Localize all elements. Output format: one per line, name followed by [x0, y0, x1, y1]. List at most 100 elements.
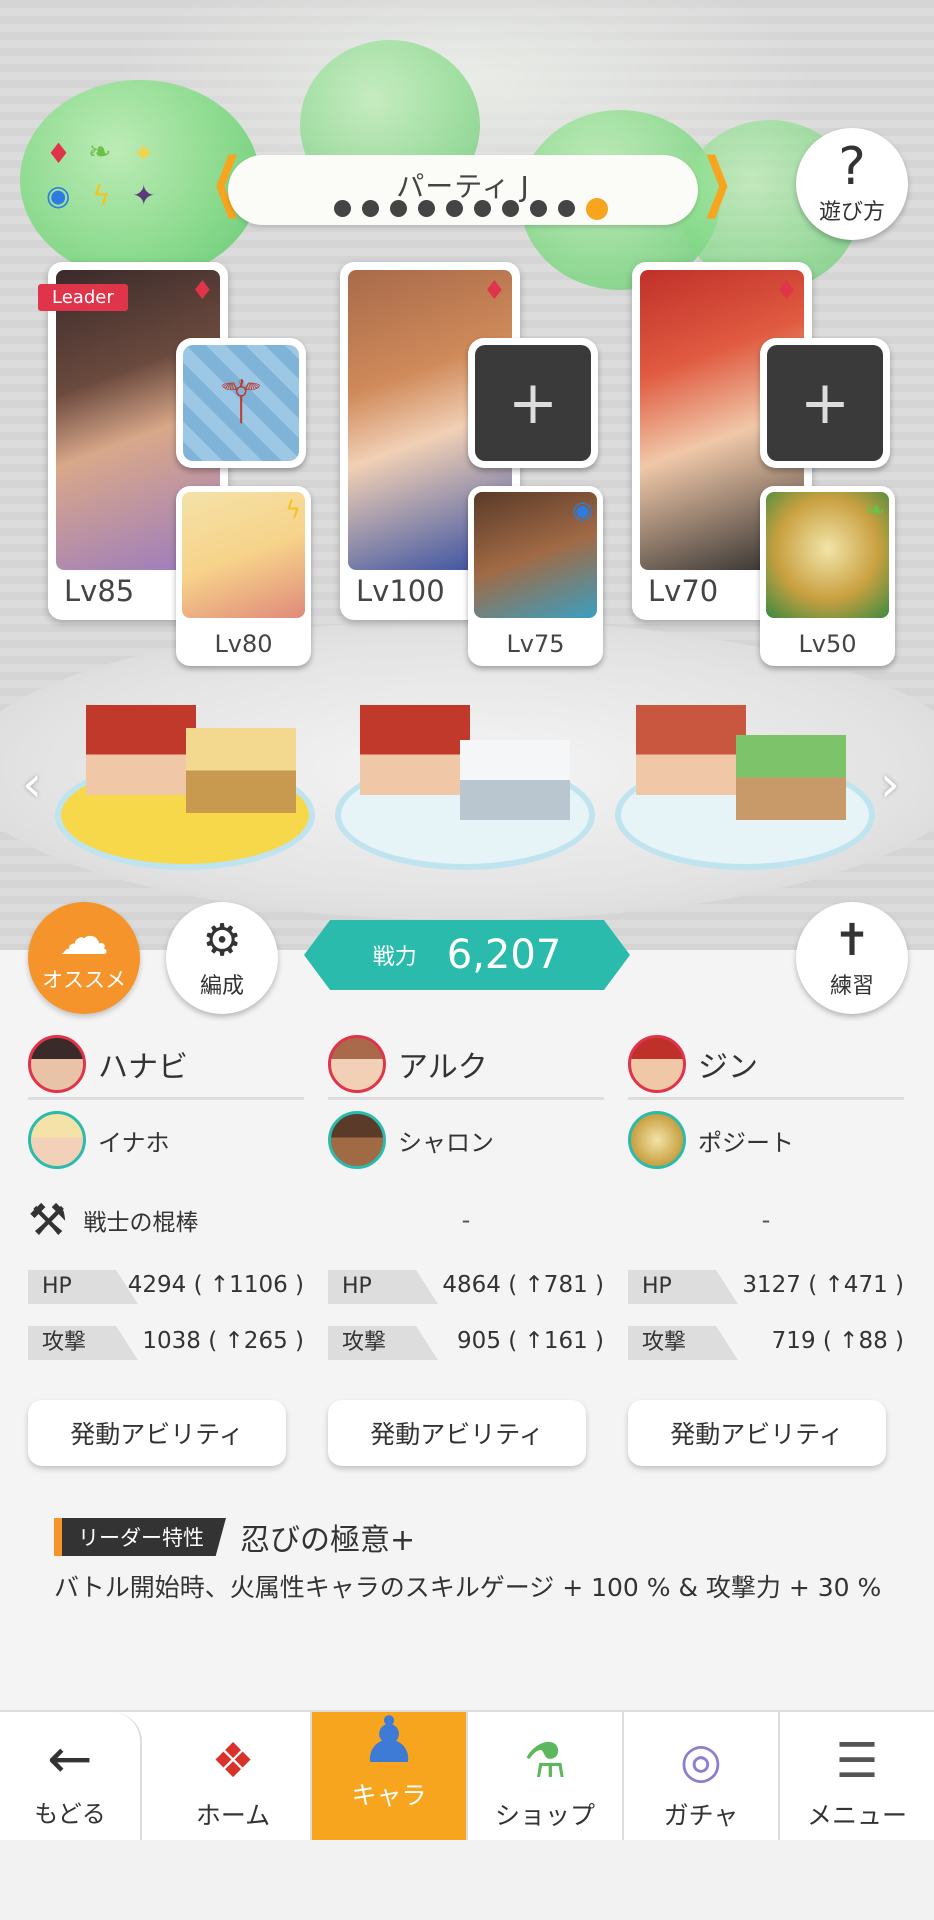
page-dot[interactable] [362, 200, 379, 217]
equipment-row[interactable]: - [328, 1180, 604, 1260]
practice-button[interactable]: ✝ 練習 [796, 902, 908, 1014]
page-dot[interactable] [418, 200, 435, 217]
sub-member-name: シャロン [398, 1128, 494, 1157]
thunder-element-icon: ϟ [92, 179, 111, 212]
practice-button-label: 練習 [829, 974, 874, 999]
tab-character[interactable]: ♟ キャラ [312, 1706, 468, 1842]
club-weapon-icon: ⚒ [28, 1194, 68, 1246]
hp-value: 4294 ( ↑1106 ) [127, 1272, 304, 1298]
hp-value: 4864 ( ↑781 ) [442, 1272, 604, 1298]
light-element-icon: ✦ [132, 137, 156, 170]
sub-character-level: Lv80 [214, 630, 273, 658]
member-avatar [628, 1034, 686, 1093]
equipment-name: - [461, 1206, 471, 1234]
sub-member-avatar [28, 1111, 86, 1169]
formation-button-label: 編成 [199, 974, 244, 999]
scroll-left-arrow[interactable]: ‹ [22, 755, 42, 813]
help-button-label: 遊び方 [818, 200, 885, 225]
attack-label: 攻撃 [628, 1326, 738, 1360]
scroll-right-arrow[interactable]: › [880, 755, 900, 813]
shop-icon: ⚗ [523, 1733, 567, 1789]
help-button[interactable]: ? 遊び方 [796, 128, 908, 240]
sub-member-row[interactable]: ポジート [628, 1100, 904, 1180]
formation-button[interactable]: ⚙ 編成 [166, 902, 278, 1014]
tab-home[interactable]: ❖ ホーム [156, 1712, 312, 1842]
pixel-block [736, 735, 846, 820]
tab-label: キャラ [351, 1781, 427, 1810]
member-name-row[interactable]: アルク [328, 1030, 604, 1100]
equipment-name: - [761, 1206, 771, 1234]
equipment-row[interactable]: - [628, 1180, 904, 1260]
back-button-label: もどる [34, 1800, 106, 1828]
equipment-row[interactable]: ⚒ 戦士の棍棒 [28, 1180, 304, 1260]
page-dot[interactable] [502, 200, 519, 217]
pixel-block [360, 705, 470, 795]
ability-button[interactable]: 発動アビリティ [328, 1400, 586, 1466]
member-name-row[interactable]: ジン [628, 1030, 904, 1100]
character-icon: ♟ [360, 1704, 418, 1778]
page-dot[interactable] [474, 200, 491, 217]
fire-element-icon: ♦ [46, 137, 72, 170]
tab-label: ショップ [494, 1801, 595, 1830]
page-dot[interactable] [446, 200, 463, 217]
fire-element-icon: ♦ [774, 276, 798, 306]
attack-label: 攻撃 [28, 1326, 138, 1360]
leader-skill-tag: リーダー特性 [54, 1518, 226, 1556]
formation-gear-icon: ⚙ [202, 915, 242, 966]
bottom-navigation: ← もどる ❖ ホーム ♟ キャラ ⚗ ショップ ◎ ガチャ ☰ メニュー [0, 1706, 934, 1842]
recommend-button-label: オススメ [42, 968, 126, 992]
dark-element-icon: ✦ [132, 179, 156, 212]
hp-label: HP [328, 1270, 438, 1304]
page-dot[interactable] [334, 200, 351, 217]
fire-element-icon: ♦ [482, 276, 506, 306]
page-dot[interactable] [558, 200, 575, 217]
attack-value: 905 ( ↑161 ) [457, 1328, 604, 1354]
tab-shop[interactable]: ⚗ ショップ [468, 1712, 624, 1842]
add-equipment-icon: + [475, 345, 591, 461]
pixel-block [86, 705, 196, 795]
tab-label: ガチャ [663, 1801, 739, 1830]
pixel-block [636, 705, 746, 795]
back-button[interactable]: ← もどる [0, 1712, 142, 1842]
tab-gacha[interactable]: ◎ ガチャ [624, 1712, 780, 1842]
sub-character-slot-3[interactable]: ❧ Lv50 [760, 486, 895, 666]
equipment-slot-3-empty[interactable]: + [760, 338, 890, 468]
hp-stat-row: HP 4864 ( ↑781 ) [328, 1260, 604, 1316]
sub-character-level: Lv50 [798, 630, 857, 658]
back-arrow-icon: ← [47, 1727, 93, 1790]
recommend-button[interactable]: ☁ オススメ [28, 902, 140, 1014]
ability-button[interactable]: 発動アビリティ [628, 1400, 886, 1466]
page-dot-active[interactable] [586, 198, 608, 220]
sub-character-slot-2[interactable]: ◉ Lv75 [468, 486, 603, 666]
tab-label: ホーム [195, 1801, 271, 1830]
leader-skill-name: 忍びの極意+ [240, 1523, 416, 1558]
page-dot[interactable] [390, 200, 407, 217]
sub-member-row[interactable]: イナホ [28, 1100, 304, 1180]
add-equipment-icon: + [767, 345, 883, 461]
home-icon: ❖ [211, 1733, 255, 1789]
equipment-slot-2-empty[interactable]: + [468, 338, 598, 468]
character-level: Lv85 [64, 574, 135, 608]
attack-value: 1038 ( ↑265 ) [142, 1328, 304, 1354]
next-party-arrow[interactable]: ❯ [701, 150, 733, 214]
menu-icon: ☰ [835, 1733, 879, 1789]
sub-character-level: Lv75 [506, 630, 565, 658]
member-name-row[interactable]: ハナビ [28, 1030, 304, 1100]
hp-stat-row: HP 4294 ( ↑1106 ) [28, 1260, 304, 1316]
sub-member-avatar [628, 1111, 686, 1169]
page-dot[interactable] [530, 200, 547, 217]
tab-menu[interactable]: ☰ メニュー [780, 1712, 934, 1842]
nav-tabs: ❖ ホーム ♟ キャラ ⚗ ショップ ◎ ガチャ ☰ メニュー [156, 1706, 934, 1842]
party-page-indicator [334, 198, 608, 220]
question-mark-icon: ? [838, 137, 866, 197]
sub-character-slot-1[interactable]: ϟ Lv80 [176, 486, 311, 666]
club-weapon-icon: ⚚ [183, 345, 299, 461]
element-filter-icons[interactable]: ♦ ❧ ✦ ◉ ϟ ✦ [40, 138, 170, 218]
sub-member-row[interactable]: シャロン [328, 1100, 604, 1180]
attack-stat-row: 攻撃 1038 ( ↑265 ) [28, 1316, 304, 1372]
water-element-icon: ◉ [46, 179, 71, 212]
ability-button[interactable]: 発動アビリティ [28, 1400, 286, 1466]
wind-element-icon: ❧ [88, 135, 112, 168]
leader-skill-header: リーダー特性 忍びの極意+ [54, 1515, 894, 1559]
equipment-slot-1[interactable]: ⚚ [176, 338, 306, 468]
